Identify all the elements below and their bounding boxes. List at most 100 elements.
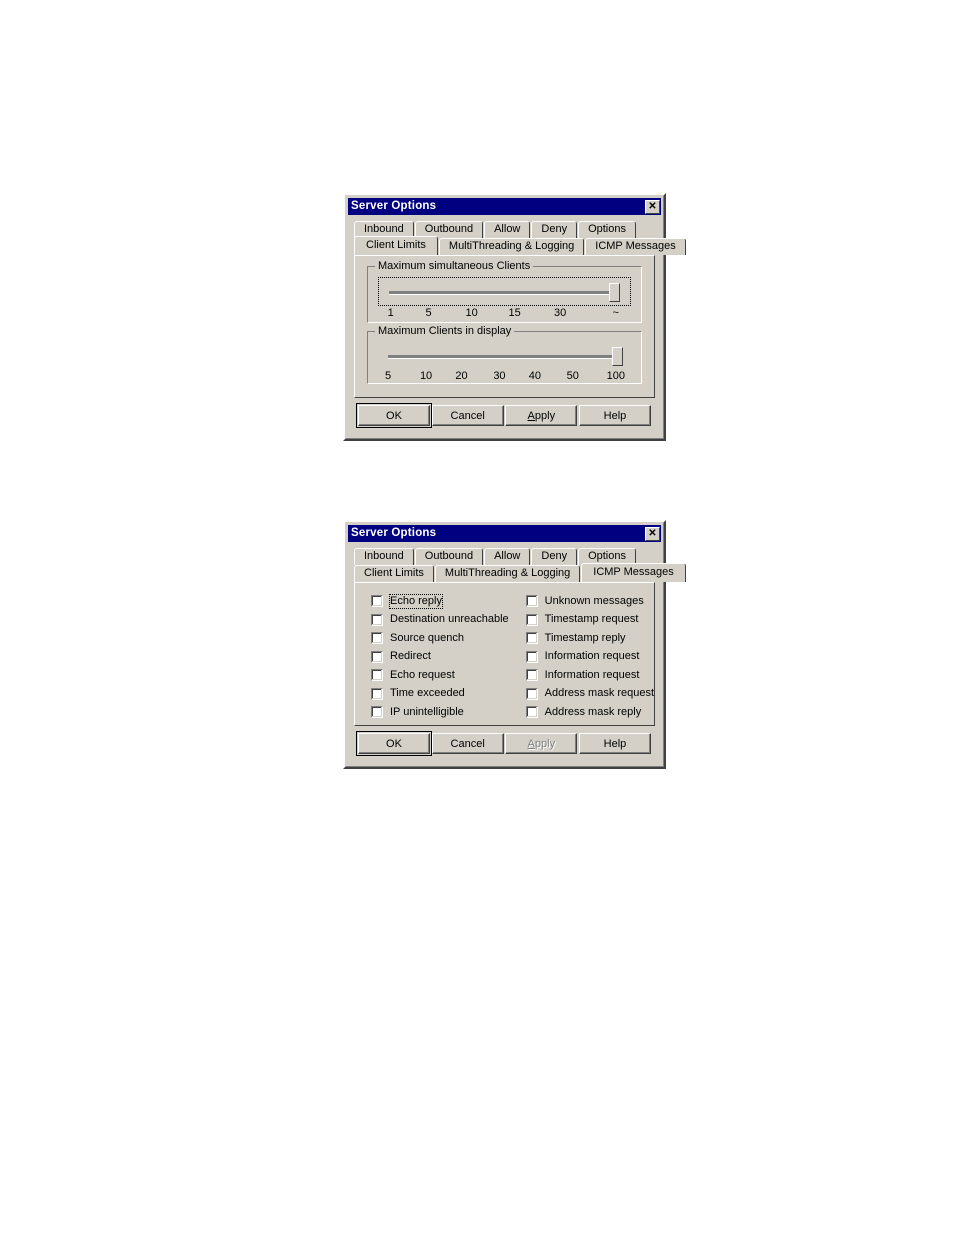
checkbox-timestamp-request[interactable]: Timestamp request xyxy=(525,611,655,630)
checkbox-redirect[interactable]: Redirect xyxy=(371,648,510,667)
tab-icmp-messages[interactable]: ICMP Messages xyxy=(585,238,686,255)
tick-label: 15 xyxy=(508,307,521,319)
slider-ticks-display: 5 10 20 30 40 50 100 xyxy=(378,369,631,384)
slider-thumb[interactable] xyxy=(608,283,620,302)
apply-button[interactable]: Apply xyxy=(505,405,578,426)
checkbox-box[interactable] xyxy=(525,632,538,645)
tab-client-limits[interactable]: Client Limits xyxy=(354,236,438,255)
tick-label: 100 xyxy=(606,370,625,382)
checkbox-box[interactable] xyxy=(525,706,538,719)
checkbox-echo-reply[interactable]: Echo reply xyxy=(371,592,510,611)
slider-maximum-simultaneous-clients[interactable] xyxy=(383,281,626,303)
icmp-column-left: Echo reply Destination unreachable Sourc… xyxy=(355,592,510,722)
checkbox-box[interactable] xyxy=(525,595,538,608)
checkbox-destination-unreachable[interactable]: Destination unreachable xyxy=(371,611,510,630)
help-button[interactable]: Help xyxy=(578,405,651,426)
slider-ticks-simultaneous: 1 5 10 15 30 ~ xyxy=(378,306,631,321)
tab-icmp-messages[interactable]: ICMP Messages xyxy=(581,563,686,582)
tab-multithreading-logging[interactable]: MultiThreading & Logging xyxy=(434,565,581,582)
group-title: Maximum Clients in display xyxy=(375,325,515,337)
tick-label: 5 xyxy=(385,370,392,382)
cancel-button[interactable]: Cancel xyxy=(431,733,504,754)
checkbox-unknown-messages[interactable]: Unknown messages xyxy=(525,592,655,611)
dialog-inner-frame: Server Options ✕ Inbound Outbound Allow … xyxy=(345,195,686,439)
tick-label: ~ xyxy=(612,307,620,319)
slider-maximum-clients-in-display[interactable] xyxy=(382,345,627,367)
checkbox-label: Address mask request xyxy=(544,687,655,700)
checkbox-label: Redirect xyxy=(390,650,431,663)
tab-strip: Inbound Outbound Allow Deny Options Clie… xyxy=(348,542,686,582)
help-button[interactable]: Help xyxy=(578,733,651,754)
tick-label: 5 xyxy=(425,307,432,319)
checkbox-box[interactable] xyxy=(525,669,538,682)
tick-label: 30 xyxy=(493,370,506,382)
tab-deny[interactable]: Deny xyxy=(531,548,578,565)
tick-label: 10 xyxy=(465,307,478,319)
ok-button[interactable]: OK xyxy=(356,731,432,756)
tab-multithreading-logging[interactable]: MultiThreading & Logging xyxy=(438,238,585,255)
slider-thumb[interactable] xyxy=(612,347,624,366)
tab-inbound[interactable]: Inbound xyxy=(354,548,414,565)
slider-focus-frame xyxy=(378,277,631,306)
slider-track xyxy=(389,291,620,295)
checkbox-box[interactable] xyxy=(371,669,383,682)
checkbox-box[interactable] xyxy=(371,650,383,663)
close-icon[interactable]: ✕ xyxy=(645,526,660,541)
checkbox-source-quench[interactable]: Source quench xyxy=(371,629,510,648)
tick-label: 30 xyxy=(554,307,567,319)
checkbox-box[interactable] xyxy=(371,632,383,645)
tab-allow[interactable]: Allow xyxy=(484,548,531,565)
tab-client-limits[interactable]: Client Limits xyxy=(354,565,434,582)
tab-outbound[interactable]: Outbound xyxy=(414,548,484,565)
checkbox-label: Timestamp request xyxy=(544,613,639,626)
close-glyph: ✕ xyxy=(648,527,657,539)
ok-button[interactable]: OK xyxy=(356,403,432,428)
server-options-dialog-client-limits[interactable]: Server Options ✕ Inbound Outbound Allow … xyxy=(343,193,686,441)
close-glyph: ✕ xyxy=(648,200,657,212)
checkbox-box[interactable] xyxy=(525,613,538,626)
checkbox-information-request-2[interactable]: Information request xyxy=(525,666,655,685)
close-icon[interactable]: ✕ xyxy=(645,199,660,214)
checkbox-label: Time exceeded xyxy=(390,687,465,700)
checkbox-timestamp-reply[interactable]: Timestamp reply xyxy=(525,629,655,648)
slider-frame xyxy=(378,342,631,369)
checkbox-ip-unintelligible[interactable]: IP unintelligible xyxy=(371,703,510,722)
checkbox-label: Echo request xyxy=(390,668,455,681)
checkbox-box[interactable] xyxy=(371,613,383,626)
dialog-title: Server Options xyxy=(351,526,437,539)
checkbox-address-mask-request[interactable]: Address mask request xyxy=(525,685,655,704)
title-bar[interactable]: Server Options ✕ xyxy=(348,525,661,542)
group-maximum-clients-in-display: Maximum Clients in display 5 10 20 30 40… xyxy=(367,325,642,384)
checkbox-box[interactable] xyxy=(371,706,383,719)
tick-label: 1 xyxy=(387,307,394,319)
server-options-dialog-icmp-messages[interactable]: Server Options ✕ Inbound Outbound Allow … xyxy=(343,520,686,769)
checkbox-box[interactable] xyxy=(371,687,383,700)
tab-panel-icmp-messages: Echo reply Destination unreachable Sourc… xyxy=(354,582,655,726)
checkbox-address-mask-reply[interactable]: Address mask reply xyxy=(525,703,655,722)
checkbox-time-exceeded[interactable]: Time exceeded xyxy=(371,685,510,704)
cancel-button[interactable]: Cancel xyxy=(431,405,504,426)
checkbox-label: Information request xyxy=(544,650,640,663)
checkbox-label: Destination unreachable xyxy=(390,613,509,626)
icmp-column-right: Unknown messages Timestamp request Times… xyxy=(510,592,655,722)
tick-label: 50 xyxy=(566,370,579,382)
tick-label: 40 xyxy=(528,370,541,382)
checkbox-label: Timestamp reply xyxy=(544,631,626,644)
icmp-checkbox-grid: Echo reply Destination unreachable Sourc… xyxy=(355,583,654,730)
tab-deny[interactable]: Deny xyxy=(531,221,578,238)
dialog-title: Server Options xyxy=(351,199,437,212)
checkbox-box[interactable] xyxy=(525,687,538,700)
checkbox-label: Source quench xyxy=(390,631,464,644)
tab-allow[interactable]: Allow xyxy=(484,221,531,238)
checkbox-box[interactable] xyxy=(371,595,383,608)
tab-panel-client-limits: Maximum simultaneous Clients 1 5 10 15 3… xyxy=(354,255,655,398)
tab-options[interactable]: Options xyxy=(578,221,636,238)
apply-button: Apply xyxy=(505,733,578,754)
tab-row-secondary: Client Limits MultiThreading & Logging I… xyxy=(354,563,686,582)
title-bar[interactable]: Server Options ✕ xyxy=(348,198,661,215)
tab-strip: Inbound Outbound Allow Deny Options Clie… xyxy=(348,215,686,255)
checkbox-box[interactable] xyxy=(525,650,538,663)
checkbox-echo-request[interactable]: Echo request xyxy=(371,666,510,685)
checkbox-information-request[interactable]: Information request xyxy=(525,648,655,667)
group-maximum-simultaneous-clients: Maximum simultaneous Clients 1 5 10 15 3… xyxy=(367,260,642,323)
